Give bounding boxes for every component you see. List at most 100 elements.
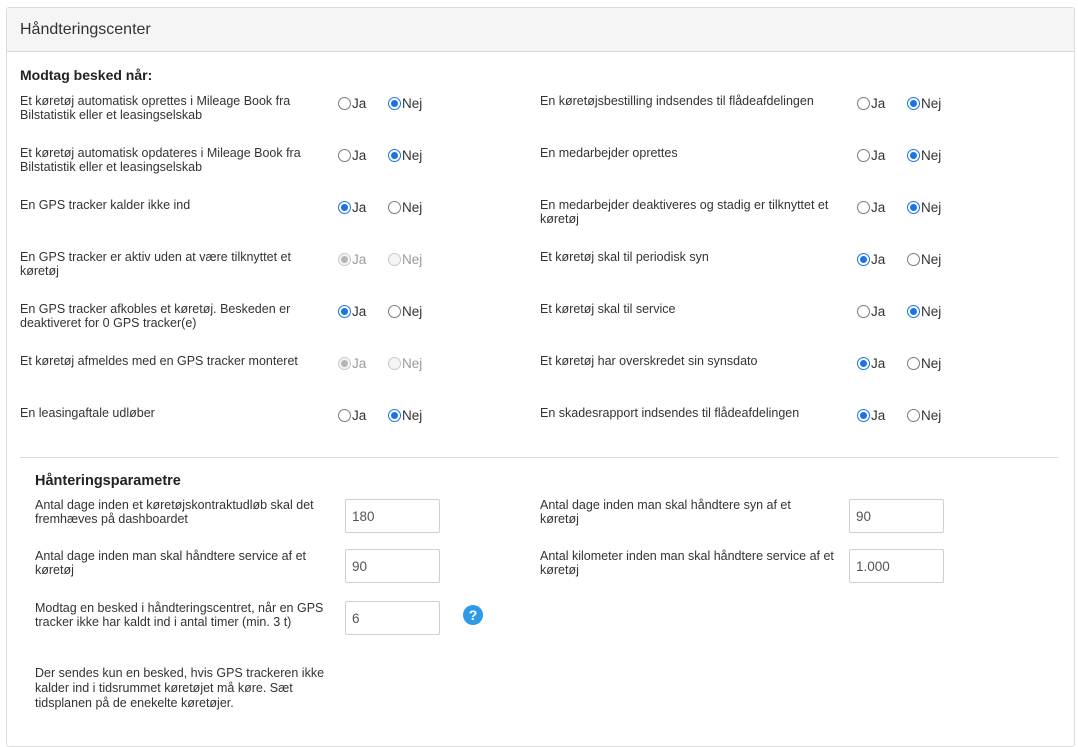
notify-right-4-yes-radio[interactable] [857, 305, 870, 318]
notify-left-6-no[interactable]: Nej [388, 408, 422, 423]
service-days-label: Antal dage inden man skal håndtere servi… [35, 549, 307, 577]
notify-left-1-yes[interactable]: Ja [338, 148, 366, 163]
notify-right-2-yes-radio[interactable] [857, 201, 870, 214]
notify-left-0-no-radio[interactable] [388, 97, 401, 110]
notify-left-4-no-radio[interactable] [388, 305, 401, 318]
notify-right-4-no-label: Nej [921, 304, 942, 319]
notify-right-1-yes-radio[interactable] [857, 149, 870, 162]
notify-left-3-no-label: Nej [402, 252, 423, 267]
notify-left-5-no-label: Nej [402, 356, 423, 371]
notify-left-4-yes-radio[interactable] [338, 305, 351, 318]
notify-left-1-no-radio[interactable] [388, 149, 401, 162]
notify-left-2-yes[interactable]: Ja [338, 200, 366, 215]
notify-left-5-no: Nej [388, 356, 422, 371]
service-days-input[interactable] [345, 549, 440, 583]
notify-left-2-no-radio[interactable] [388, 201, 401, 214]
notify-left-0-yes[interactable]: Ja [338, 96, 366, 111]
contract-days-input[interactable] [345, 499, 440, 533]
notify-right-3-no-label: Nej [921, 252, 942, 267]
notify-left-3-no-radio [388, 253, 401, 266]
notify-right-4-yes[interactable]: Ja [857, 304, 885, 319]
gps-note-text: Der sendes kun en besked, hvis GPS track… [35, 666, 325, 710]
notify-right-5-yes[interactable]: Ja [857, 356, 885, 371]
service-km-label: Antal kilometer inden man skal håndtere … [540, 549, 834, 577]
notify-left-1-yes-label: Ja [352, 148, 367, 163]
notify-right-6-yes-label: Ja [871, 408, 886, 423]
gps-hours-label: Modtag en besked i håndteringscentret, n… [35, 601, 324, 629]
notify-right-0-label: En køretøjsbestilling indsendes til flåd… [540, 94, 814, 108]
notify-right-3-yes-label: Ja [871, 252, 886, 267]
notify-left-6-yes-label: Ja [352, 408, 367, 423]
inspection-days-input[interactable] [849, 499, 944, 533]
question-circle-icon[interactable]: ? [463, 605, 483, 625]
notify-right-2-no[interactable]: Nej [907, 200, 941, 215]
notify-left-0-yes-label: Ja [352, 96, 367, 111]
params-section-title: Hånteringsparametre [35, 473, 181, 489]
notify-right-2-no-radio[interactable] [907, 201, 920, 214]
notify-right-5-no-label: Nej [921, 356, 942, 371]
notify-left-0-no-label: Nej [402, 96, 423, 111]
notify-right-0-no-label: Nej [921, 96, 942, 111]
notify-right-5-yes-label: Ja [871, 356, 886, 371]
notify-left-4-no[interactable]: Nej [388, 304, 422, 319]
notify-right-0-yes-radio[interactable] [857, 97, 870, 110]
notify-right-1-yes[interactable]: Ja [857, 148, 885, 163]
notify-right-0-no-radio[interactable] [907, 97, 920, 110]
notify-left-5-no-radio [388, 357, 401, 370]
notify-left-0-no[interactable]: Nej [388, 96, 422, 111]
notify-right-4-no[interactable]: Nej [907, 304, 941, 319]
notify-left-4-yes-label: Ja [352, 304, 367, 319]
notify-section-title: Modtag besked når: [20, 67, 153, 83]
notify-left-1-no[interactable]: Nej [388, 148, 422, 163]
section-divider [20, 457, 1058, 458]
notify-left-2-no-label: Nej [402, 200, 423, 215]
notify-right-2-label: En medarbejder deaktiveres og stadig er … [540, 198, 829, 226]
notify-right-1-no-radio[interactable] [907, 149, 920, 162]
notify-left-3-label: En GPS tracker er aktiv uden at være til… [20, 250, 291, 278]
notify-left-4-label: En GPS tracker afkobles et køretøj. Besk… [20, 302, 291, 330]
contract-days-label: Antal dage inden et køretøjskontraktudlø… [35, 498, 314, 526]
notify-left-2-label: En GPS tracker kalder ikke ind [20, 198, 191, 212]
notify-left-5-yes-radio [338, 357, 351, 370]
notify-left-5-yes: Ja [338, 356, 366, 371]
notify-left-5-label: Et køretøj afmeldes med en GPS tracker m… [20, 354, 298, 368]
notify-left-5-yes-label: Ja [352, 356, 367, 371]
notify-right-2-yes[interactable]: Ja [857, 200, 885, 215]
notify-right-4-label: Et køretøj skal til service [540, 302, 676, 316]
gps-hours-input[interactable] [345, 601, 440, 635]
notify-right-6-yes-radio[interactable] [857, 409, 870, 422]
notify-right-0-yes[interactable]: Ja [857, 96, 885, 111]
notify-right-5-yes-radio[interactable] [857, 357, 870, 370]
notify-right-6-no[interactable]: Nej [907, 408, 941, 423]
notify-right-4-yes-label: Ja [871, 304, 886, 319]
notify-left-3-no: Nej [388, 252, 422, 267]
notify-right-6-no-radio[interactable] [907, 409, 920, 422]
service-km-input[interactable] [849, 549, 944, 583]
notify-right-2-yes-label: Ja [871, 200, 886, 215]
notify-right-5-no[interactable]: Nej [907, 356, 941, 371]
notify-right-3-no[interactable]: Nej [907, 252, 941, 267]
notify-left-4-yes[interactable]: Ja [338, 304, 366, 319]
notify-left-6-label: En leasingaftale udløber [20, 406, 155, 420]
notify-left-2-yes-radio[interactable] [338, 201, 351, 214]
panel-title: Håndteringscenter [20, 20, 151, 38]
notify-right-3-no-radio[interactable] [907, 253, 920, 266]
notify-left-6-yes[interactable]: Ja [338, 408, 366, 423]
notify-right-6-yes[interactable]: Ja [857, 408, 885, 423]
inspection-days-label: Antal dage inden man skal håndtere syn a… [540, 498, 791, 526]
notify-left-2-no[interactable]: Nej [388, 200, 422, 215]
notify-left-3-yes-radio [338, 253, 351, 266]
notify-right-3-yes-radio[interactable] [857, 253, 870, 266]
notify-right-5-no-radio[interactable] [907, 357, 920, 370]
notify-right-0-no[interactable]: Nej [907, 96, 941, 111]
notify-left-6-yes-radio[interactable] [338, 409, 351, 422]
notify-left-6-no-radio[interactable] [388, 409, 401, 422]
notify-left-2-yes-label: Ja [352, 200, 367, 215]
notify-right-4-no-radio[interactable] [907, 305, 920, 318]
notify-right-3-yes[interactable]: Ja [857, 252, 885, 267]
notify-right-1-no[interactable]: Nej [907, 148, 941, 163]
notify-right-1-label: En medarbejder oprettes [540, 146, 678, 160]
notify-left-0-yes-radio[interactable] [338, 97, 351, 110]
notify-right-2-no-label: Nej [921, 200, 942, 215]
notify-left-1-yes-radio[interactable] [338, 149, 351, 162]
